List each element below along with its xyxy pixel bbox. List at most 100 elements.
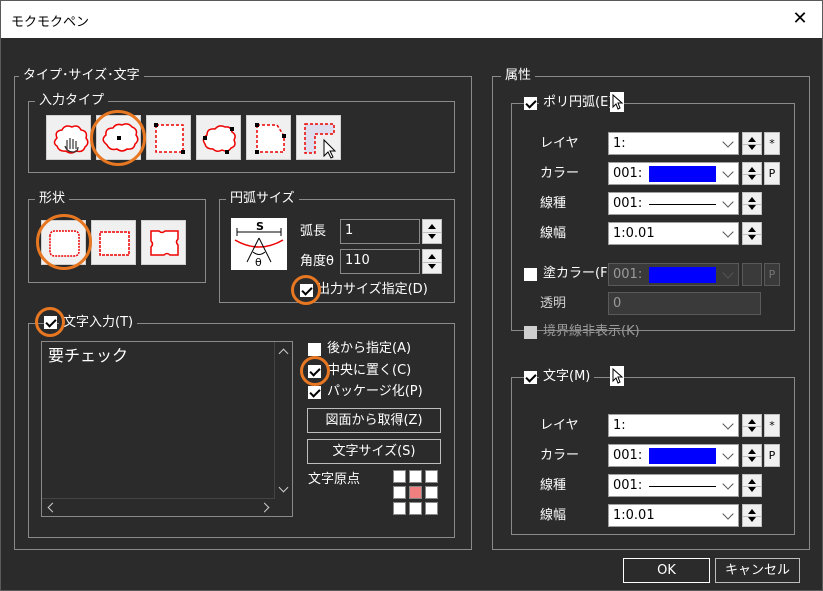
- origin-middle-right[interactable]: [425, 486, 438, 499]
- arc-length-spinner[interactable]: [422, 219, 442, 244]
- input-type-polygon-button[interactable]: [246, 115, 291, 160]
- input-type-rect-button[interactable]: [146, 115, 191, 160]
- scroll-down-icon[interactable]: [278, 482, 289, 493]
- shape-group: 形状: [28, 191, 206, 283]
- text-layer-select[interactable]: 1:: [608, 414, 739, 437]
- arc-size-group: 円弧サイズ S θ 弧長 1 角度θ 110 出力サイズ指定(D): [219, 191, 455, 305]
- origin-top-right[interactable]: [425, 470, 438, 483]
- poly-layer-select[interactable]: 1:: [608, 132, 739, 155]
- text-linetype-select[interactable]: 001:: [608, 474, 739, 497]
- center-label[interactable]: 中央に置く(C): [327, 363, 411, 379]
- scroll-left-icon[interactable]: [47, 502, 58, 513]
- poly-layer-value: 1:: [613, 136, 626, 151]
- poly-layer-star-button[interactable]: *: [764, 132, 780, 155]
- origin-middle-left[interactable]: [393, 486, 406, 499]
- fill-color-label[interactable]: 塗カラー(F): [543, 266, 613, 282]
- text-layer-spinner[interactable]: [742, 414, 762, 437]
- output-size-label[interactable]: 出力サイズ指定(D): [317, 282, 428, 298]
- close-icon[interactable]: ✕: [786, 5, 814, 33]
- vertical-scrollbar[interactable]: [274, 342, 292, 499]
- fill-color-select: 001:: [608, 263, 739, 286]
- text-color-spinner[interactable]: [742, 444, 762, 467]
- poly-linetype-spinner[interactable]: [742, 192, 762, 215]
- ok-button[interactable]: OK: [623, 558, 710, 583]
- text-linetype-down-icon[interactable]: [743, 486, 761, 497]
- poly-linetype-select[interactable]: 001:: [608, 192, 739, 215]
- hide-boundary-label: 境界線非表示(K): [543, 324, 640, 339]
- shape-round-button[interactable]: [41, 220, 86, 265]
- type-size-text-group: タイプ･サイズ･文字 入力タイプ 形状 円弧サイズ S θ 弧長 1 角度θ 1…: [14, 68, 472, 550]
- get-from-drawing-button[interactable]: 図面から取得(Z): [307, 408, 441, 433]
- center-checkbox[interactable]: [308, 365, 321, 378]
- text-input-checkbox[interactable]: [44, 316, 57, 329]
- poly-linetype-down-icon[interactable]: [743, 204, 761, 215]
- cursor-icon: [610, 92, 624, 112]
- text-entry-area[interactable]: 要チェック: [41, 341, 293, 517]
- text-origin-grid[interactable]: [393, 470, 441, 518]
- input-type-circle-button[interactable]: [96, 115, 141, 160]
- transparency-input: 0: [608, 292, 761, 315]
- poly-layer-spinner[interactable]: [742, 132, 762, 155]
- text-entry-value[interactable]: 要チェック: [48, 346, 128, 366]
- text-size-button[interactable]: 文字サイズ(S): [307, 439, 441, 464]
- text-color-select[interactable]: 001:: [608, 444, 739, 467]
- origin-center[interactable]: [409, 486, 422, 499]
- text-input-legend[interactable]: 文字入力(T): [59, 315, 138, 331]
- poly-layer-down-icon[interactable]: [743, 144, 761, 155]
- text-color-value: 001:: [613, 448, 643, 463]
- angle-spinner[interactable]: [422, 249, 442, 274]
- input-type-polyline-button[interactable]: [296, 115, 341, 160]
- poly-linewidth-spinner[interactable]: [742, 222, 762, 245]
- origin-top-left[interactable]: [393, 470, 406, 483]
- origin-bottom-right[interactable]: [425, 502, 438, 515]
- input-type-freehand-button[interactable]: [46, 115, 91, 160]
- poly-linewidth-select[interactable]: 1:0.01: [608, 222, 739, 245]
- origin-top-center[interactable]: [409, 470, 422, 483]
- text-color-p-button[interactable]: P: [764, 444, 780, 467]
- poly-color-spinner[interactable]: [742, 162, 762, 185]
- fill-color-checkbox[interactable]: [524, 268, 537, 281]
- shape-wave-button[interactable]: [91, 220, 136, 265]
- arc-length-down-icon[interactable]: [423, 232, 441, 244]
- text-attr-legend[interactable]: 文字(M): [539, 369, 595, 385]
- text-linewidth-spinner[interactable]: [742, 504, 762, 527]
- poly-color-down-icon[interactable]: [743, 174, 761, 185]
- output-size-checkbox[interactable]: [300, 284, 313, 297]
- text-color-label: カラー: [540, 448, 580, 463]
- angle-input[interactable]: 110: [340, 249, 420, 274]
- poly-color-p-button[interactable]: P: [764, 162, 780, 185]
- poly-arc-checkbox[interactable]: [524, 97, 537, 110]
- shape-jigsaw-button[interactable]: [141, 220, 186, 265]
- text-attr-checkbox[interactable]: [524, 371, 537, 384]
- fill-color-value: 001:: [613, 267, 643, 282]
- package-label[interactable]: パッケージ化(P): [327, 384, 423, 400]
- specify-later-label[interactable]: 後から指定(A): [327, 341, 411, 357]
- angle-down-icon[interactable]: [423, 262, 441, 274]
- origin-bottom-left[interactable]: [393, 502, 406, 515]
- text-layer-star-button[interactable]: *: [764, 414, 780, 437]
- text-layer-down-icon[interactable]: [743, 426, 761, 437]
- arc-length-input[interactable]: 1: [340, 219, 420, 244]
- poly-arc-legend[interactable]: ポリ円弧(E): [539, 95, 618, 111]
- scroll-up-icon[interactable]: [278, 348, 289, 359]
- chevron-down-icon: [722, 166, 734, 178]
- origin-bottom-center[interactable]: [409, 502, 422, 515]
- text-color-down-icon[interactable]: [743, 456, 761, 467]
- text-linetype-sample: [649, 486, 716, 487]
- horizontal-scrollbar[interactable]: [42, 498, 275, 516]
- text-linetype-label: 線種: [540, 478, 567, 493]
- poly-linewidth-down-icon[interactable]: [743, 234, 761, 245]
- text-linetype-value: 001:: [613, 478, 643, 493]
- text-linewidth-select[interactable]: 1:0.01: [608, 504, 739, 527]
- scroll-right-icon[interactable]: [259, 502, 270, 513]
- cancel-button[interactable]: キャンセル: [715, 558, 800, 583]
- package-checkbox[interactable]: [308, 386, 321, 399]
- input-type-cloud-select-button[interactable]: [196, 115, 241, 160]
- poly-color-swatch: [649, 166, 716, 182]
- text-linetype-spinner[interactable]: [742, 474, 762, 497]
- text-linewidth-down-icon[interactable]: [743, 516, 761, 527]
- specify-later-checkbox[interactable]: [308, 343, 321, 356]
- text-linewidth-value: 1:0.01: [613, 508, 655, 523]
- poly-color-select[interactable]: 001:: [608, 162, 739, 185]
- text-attr-group: 文字(M) レイヤ 1: * カラー 001: P 線種 001: 線幅 1:0…: [511, 366, 795, 535]
